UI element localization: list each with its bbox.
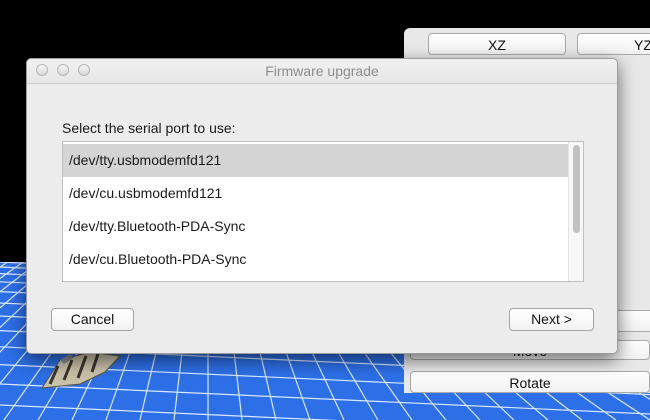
port-list-item[interactable]: /dev/tty.Bluetooth-PDA-Sync <box>63 210 568 243</box>
serial-port-list[interactable]: /dev/tty.usbmodemfd121 /dev/cu.usbmodemf… <box>62 141 584 282</box>
port-list-item[interactable]: /dev/cu.usbmodemfd121 <box>63 177 568 210</box>
next-button[interactable]: Next > <box>509 308 594 331</box>
port-list-item[interactable]: /dev/tty.usbmodemfd121 <box>63 144 568 177</box>
dialog-title: Firmware upgrade <box>265 63 379 79</box>
list-scrollbar[interactable] <box>568 142 583 281</box>
dialog-titlebar[interactable]: Firmware upgrade <box>27 59 617 84</box>
firmware-upgrade-dialog: Firmware upgrade Select the serial port … <box>26 58 618 354</box>
cancel-button[interactable]: Cancel <box>51 308 134 331</box>
scrollbar-thumb[interactable] <box>573 145 580 233</box>
rotate-button[interactable]: Rotate <box>410 371 650 393</box>
view-xz-button[interactable]: XZ <box>428 33 566 55</box>
view-yz-button[interactable]: YZ <box>577 33 650 55</box>
port-list-item[interactable]: /dev/cu.Bluetooth-PDA-Sync <box>63 243 568 276</box>
serial-port-prompt: Select the serial port to use: <box>62 120 236 136</box>
